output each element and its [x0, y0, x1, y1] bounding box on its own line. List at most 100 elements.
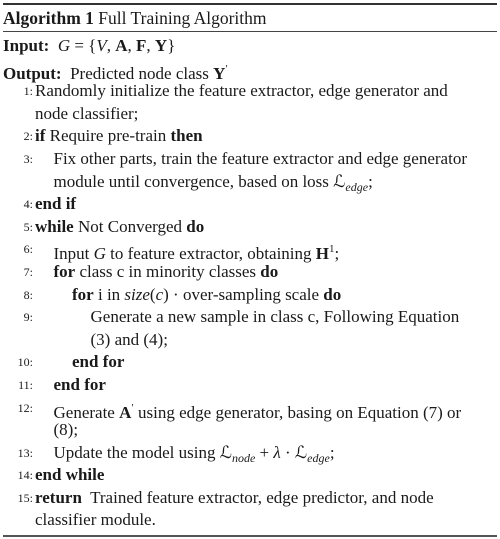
- line-text: end for: [72, 351, 124, 374]
- text-segment: ℒ: [294, 442, 308, 462]
- line-number: 10:: [17, 355, 33, 370]
- line-number: 5:: [23, 219, 33, 234]
- line-number: 15:: [17, 490, 33, 505]
- line-text: Generate a new sample in class c, Follow…: [91, 306, 460, 329]
- algorithm-line: classifier module.: [3, 509, 497, 532]
- bottom-rule: [3, 535, 497, 538]
- line-number: 8:: [23, 287, 33, 302]
- text-segment: Randomly initialize the feature extracto…: [35, 81, 448, 101]
- line-number: 6:: [23, 242, 33, 257]
- text-segment: G: [57, 36, 71, 55]
- line-text: (8);: [54, 419, 79, 442]
- algorithm-line: 13: Update the model using ℒnode + λ · ℒe…: [3, 442, 497, 465]
- line-number: 1:: [23, 84, 33, 99]
- line-text: (3) and (4);: [91, 329, 168, 352]
- text-segment: do: [323, 284, 342, 304]
- line-number: 9:: [23, 310, 33, 325]
- text-segment: do: [186, 216, 205, 236]
- text-segment: Update the model using: [53, 442, 220, 462]
- text-segment: [49, 36, 58, 55]
- text-segment: end for: [72, 352, 125, 372]
- text-segment: ·: [280, 442, 295, 462]
- text-segment: node classifier;: [35, 103, 139, 123]
- text-segment: (8);: [53, 420, 79, 440]
- text-segment: (3) and (4);: [90, 329, 168, 349]
- algorithm-line: 12: Generate A′ using edge generator, bas…: [3, 397, 497, 422]
- line-text: return Trained feature extractor, edge p…: [35, 487, 434, 510]
- line-text: if Require pre-train then: [35, 125, 203, 148]
- line-text: end if: [35, 193, 76, 216]
- algorithm-line: 14: end while: [3, 464, 497, 487]
- text-segment: F: [136, 36, 147, 55]
- text-segment: do: [260, 261, 279, 281]
- algorithm-body: Input: G = {V, A, F, Y} Output: Predicted…: [3, 32, 497, 532]
- text-segment: Trained feature extractor, edge predicto…: [81, 487, 434, 507]
- text-segment: classifier module.: [35, 510, 156, 530]
- text-segment: = {: [70, 36, 97, 55]
- algorithm-line: node classifier;: [3, 103, 497, 126]
- text-segment: end while: [35, 465, 105, 485]
- text-segment: ℒ: [333, 171, 346, 191]
- algorithm-line: 7: for class c in minority classes do: [3, 261, 497, 284]
- line-text: classifier module.: [35, 509, 156, 532]
- algorithm-title: Full Training Algorithm: [98, 8, 267, 28]
- text-segment: edge: [307, 450, 330, 465]
- algorithm-line: 8: for i in size(c) · over-sampling scale…: [3, 284, 497, 307]
- line-text: Randomly initialize the feature extracto…: [35, 80, 448, 103]
- algorithm-line: 4: end if: [3, 193, 497, 216]
- algorithm-line: 3: Fix other parts, train the feature ext…: [3, 148, 497, 171]
- line-text: end while: [35, 464, 104, 487]
- text-segment: c: [155, 284, 164, 304]
- text-segment: end if: [35, 194, 77, 214]
- algorithm-line: 5: while Not Converged do: [3, 216, 497, 239]
- text-segment: for: [53, 261, 76, 281]
- algorithm-line: 1: Randomly initialize the feature extrac…: [3, 80, 497, 103]
- line-text: while Not Converged do: [35, 216, 204, 239]
- text-segment: edge: [345, 179, 369, 194]
- text-segment: size: [124, 284, 150, 304]
- algorithm-line: 10: end for: [3, 351, 497, 374]
- algorithm-box: Algorithm 1 Full Training Algorithm Inpu…: [3, 3, 497, 538]
- text-segment: class c in minority classes: [75, 261, 261, 281]
- algorithm-line: 2: if Require pre-train then: [3, 125, 497, 148]
- text-segment: node: [231, 450, 256, 465]
- line-text: Input: G = {V, A, F, Y}: [3, 35, 175, 58]
- text-segment: Generate a new sample in class c, Follow…: [90, 307, 460, 327]
- line-number: 3:: [23, 151, 33, 166]
- line-text: for class c in minority classes do: [54, 261, 279, 284]
- text-segment: ;: [329, 442, 335, 462]
- text-segment: i in: [93, 284, 125, 304]
- text-segment: ,: [127, 36, 137, 55]
- text-segment: Require pre-train: [45, 126, 171, 146]
- algorithm-label: Algorithm 1: [3, 8, 94, 28]
- text-segment: ,: [106, 36, 116, 55]
- algorithm-line: module until convergence, based on loss …: [3, 171, 497, 194]
- text-segment: module until convergence, based on loss: [53, 171, 334, 191]
- line-text: end for: [54, 374, 106, 397]
- text-segment: Y: [154, 36, 168, 55]
- line-number: 13:: [17, 445, 33, 460]
- text-segment: Not Converged: [73, 216, 187, 236]
- text-segment: λ: [273, 442, 281, 462]
- line-number: 7:: [23, 264, 33, 279]
- text-segment: ,: [146, 36, 155, 55]
- text-segment: while: [35, 216, 74, 236]
- text-segment: Fix other parts, train the feature extra…: [53, 148, 467, 168]
- line-number: 2:: [23, 129, 33, 144]
- text-segment: for: [72, 284, 94, 304]
- algorithm-line: 9: Generate a new sample in class c, Foll…: [3, 306, 497, 329]
- output-line: Output: Predicted node class Y′: [3, 58, 497, 83]
- text-segment: ℒ: [219, 442, 232, 462]
- line-text: Fix other parts, train the feature extra…: [54, 148, 467, 171]
- algorithm-line: (3) and (4);: [3, 329, 497, 352]
- text-segment: ′: [225, 62, 228, 75]
- line-number: 12:: [17, 400, 33, 415]
- line-number: 4:: [23, 197, 33, 212]
- text-segment: +: [255, 442, 274, 462]
- text-segment: if: [35, 126, 46, 146]
- algorithm-line: 6: Input G to feature extractor, obtainin…: [3, 238, 497, 263]
- line-text: for i in size(c) · over-sampling scale d…: [72, 284, 341, 307]
- text-segment: ) · over-sampling scale: [163, 284, 324, 304]
- input-line: Input: G = {V, A, F, Y}: [3, 35, 497, 58]
- algorithm-line: (8);: [3, 419, 497, 442]
